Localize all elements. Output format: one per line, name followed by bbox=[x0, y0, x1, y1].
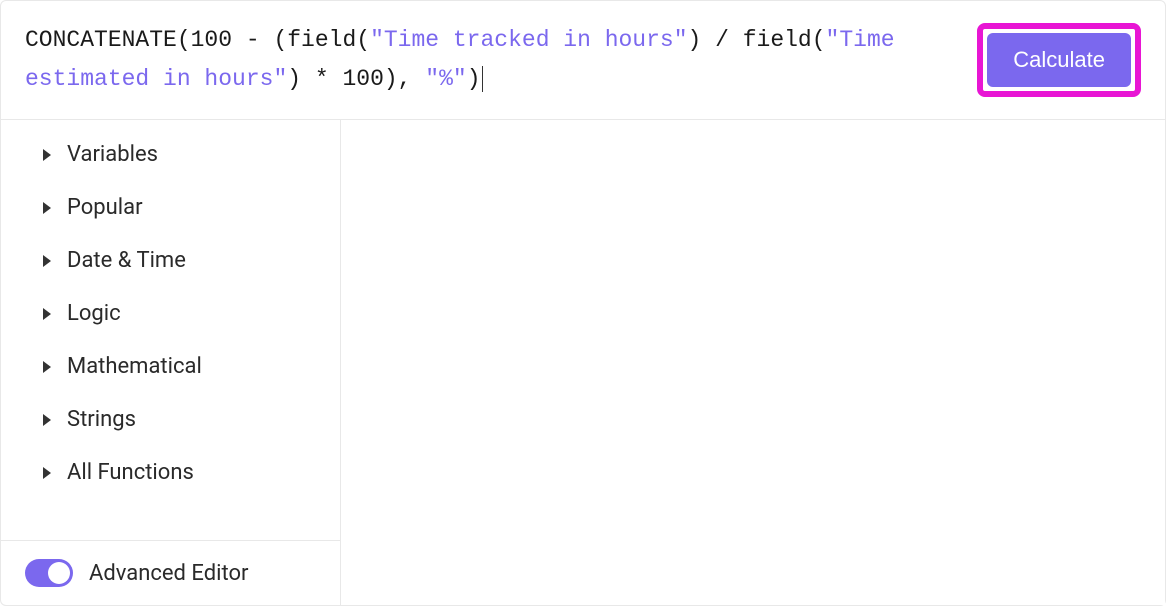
advanced-editor-label: Advanced Editor bbox=[89, 561, 248, 586]
calculate-highlight-box: Calculate bbox=[977, 23, 1141, 97]
formula-input[interactable]: CONCATENATE(100 - (field("Time tracked i… bbox=[25, 21, 961, 99]
formula-bar: CONCATENATE(100 - (field("Time tracked i… bbox=[1, 1, 1165, 120]
formula-string: "Time tracked in hours" bbox=[370, 27, 687, 53]
formula-keyword: ) / field( bbox=[688, 27, 826, 53]
category-item-date-time[interactable]: Date & Time bbox=[1, 234, 340, 287]
advanced-editor-toggle[interactable] bbox=[25, 559, 73, 587]
category-label: Popular bbox=[67, 195, 143, 220]
category-label: Date & Time bbox=[67, 248, 186, 273]
category-item-strings[interactable]: Strings bbox=[1, 393, 340, 446]
formula-editor-container: CONCATENATE(100 - (field("Time tracked i… bbox=[0, 0, 1166, 606]
text-cursor bbox=[482, 66, 483, 92]
chevron-right-icon bbox=[43, 149, 51, 161]
formula-keyword: ) bbox=[467, 66, 481, 92]
chevron-right-icon bbox=[43, 255, 51, 267]
chevron-right-icon bbox=[43, 467, 51, 479]
category-item-popular[interactable]: Popular bbox=[1, 181, 340, 234]
chevron-right-icon bbox=[43, 414, 51, 426]
category-label: Variables bbox=[67, 142, 158, 167]
category-label: Mathematical bbox=[67, 354, 202, 379]
formula-string: "%" bbox=[425, 66, 466, 92]
category-item-variables[interactable]: Variables bbox=[1, 128, 340, 181]
formula-keyword: CONCATENATE(100 - (field( bbox=[25, 27, 370, 53]
category-list: Variables Popular Date & Time Logic Mathemat… bbox=[1, 120, 340, 540]
category-item-mathematical[interactable]: Mathematical bbox=[1, 340, 340, 393]
main-area: Variables Popular Date & Time Logic Mathemat… bbox=[1, 120, 1165, 605]
category-item-logic[interactable]: Logic bbox=[1, 287, 340, 340]
category-item-all-functions[interactable]: All Functions bbox=[1, 446, 340, 499]
chevron-right-icon bbox=[43, 361, 51, 373]
calculate-button[interactable]: Calculate bbox=[987, 33, 1131, 87]
chevron-right-icon bbox=[43, 202, 51, 214]
category-label: Logic bbox=[67, 301, 121, 326]
sidebar-footer: Advanced Editor bbox=[1, 540, 340, 605]
category-label: Strings bbox=[67, 407, 136, 432]
chevron-right-icon bbox=[43, 308, 51, 320]
content-area bbox=[341, 120, 1165, 605]
toggle-knob bbox=[48, 562, 70, 584]
category-label: All Functions bbox=[67, 460, 194, 485]
sidebar: Variables Popular Date & Time Logic Mathemat… bbox=[1, 120, 341, 605]
formula-keyword: ) * 100), bbox=[287, 66, 425, 92]
